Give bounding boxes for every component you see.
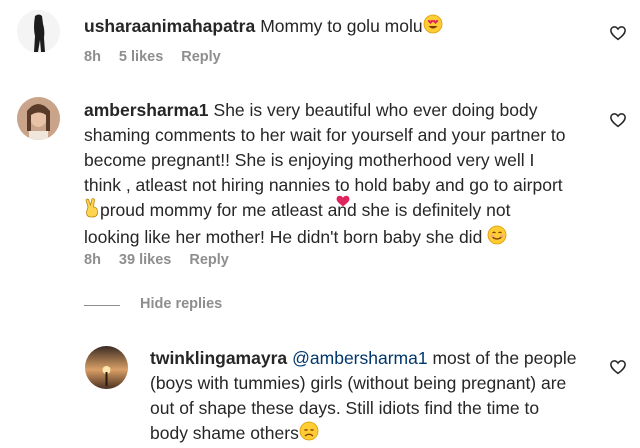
- reply-username[interactable]: twinklingamayra: [150, 348, 287, 368]
- comment-text-line: looking like her mother! He didn't born …: [84, 227, 483, 248]
- victory-hand-emoji: [84, 198, 100, 225]
- reply-text-line: body shame others: [150, 423, 299, 444]
- avatar[interactable]: [17, 97, 60, 140]
- comment-text-line: She is very beautiful who ever doing bod…: [213, 100, 538, 120]
- red-heart-emoji: [336, 194, 350, 212]
- heart-icon[interactable]: [609, 358, 627, 376]
- reply-text-line: (boys with tummies) girls (without being…: [150, 373, 567, 393]
- hide-replies-label[interactable]: Hide replies: [140, 296, 222, 312]
- disappointed-face-emoji: [299, 421, 319, 448]
- comment-username[interactable]: ambersharma1: [84, 100, 209, 120]
- divider: [84, 305, 120, 306]
- reply-button[interactable]: Reply: [181, 49, 221, 65]
- comment-text: Mommy to golu molu: [260, 16, 423, 37]
- reply-text-line: most of the people: [432, 348, 577, 368]
- comment-text-line: proud mommy for me atleast and she is de…: [100, 200, 511, 221]
- avatar[interactable]: [85, 346, 128, 389]
- comment-text-line: become pregnant!! She is enjoying mother…: [84, 150, 535, 170]
- comment-likes[interactable]: 39 likes: [119, 252, 171, 268]
- comment-time: 8h: [84, 49, 101, 65]
- heart-icon[interactable]: [609, 24, 627, 42]
- smiling-face-emoji: [487, 225, 507, 252]
- heart-icon[interactable]: [609, 111, 627, 129]
- reply-button[interactable]: Reply: [189, 252, 229, 268]
- comment-username[interactable]: usharaanimahapatra: [84, 16, 255, 36]
- comment-time: 8h: [84, 252, 101, 268]
- reply-text-line: out of shape these days. Still idiots fi…: [150, 398, 540, 418]
- comment-text-line: shaming comments to her wait for yoursel…: [84, 125, 566, 145]
- heart-eyes-emoji: [423, 14, 443, 41]
- avatar[interactable]: [17, 10, 60, 53]
- mention-link[interactable]: @ambersharma1: [292, 348, 427, 368]
- comment-text-line: think , atleast not hiring nannies to ho…: [84, 175, 563, 195]
- comment-likes[interactable]: 5 likes: [119, 49, 163, 65]
